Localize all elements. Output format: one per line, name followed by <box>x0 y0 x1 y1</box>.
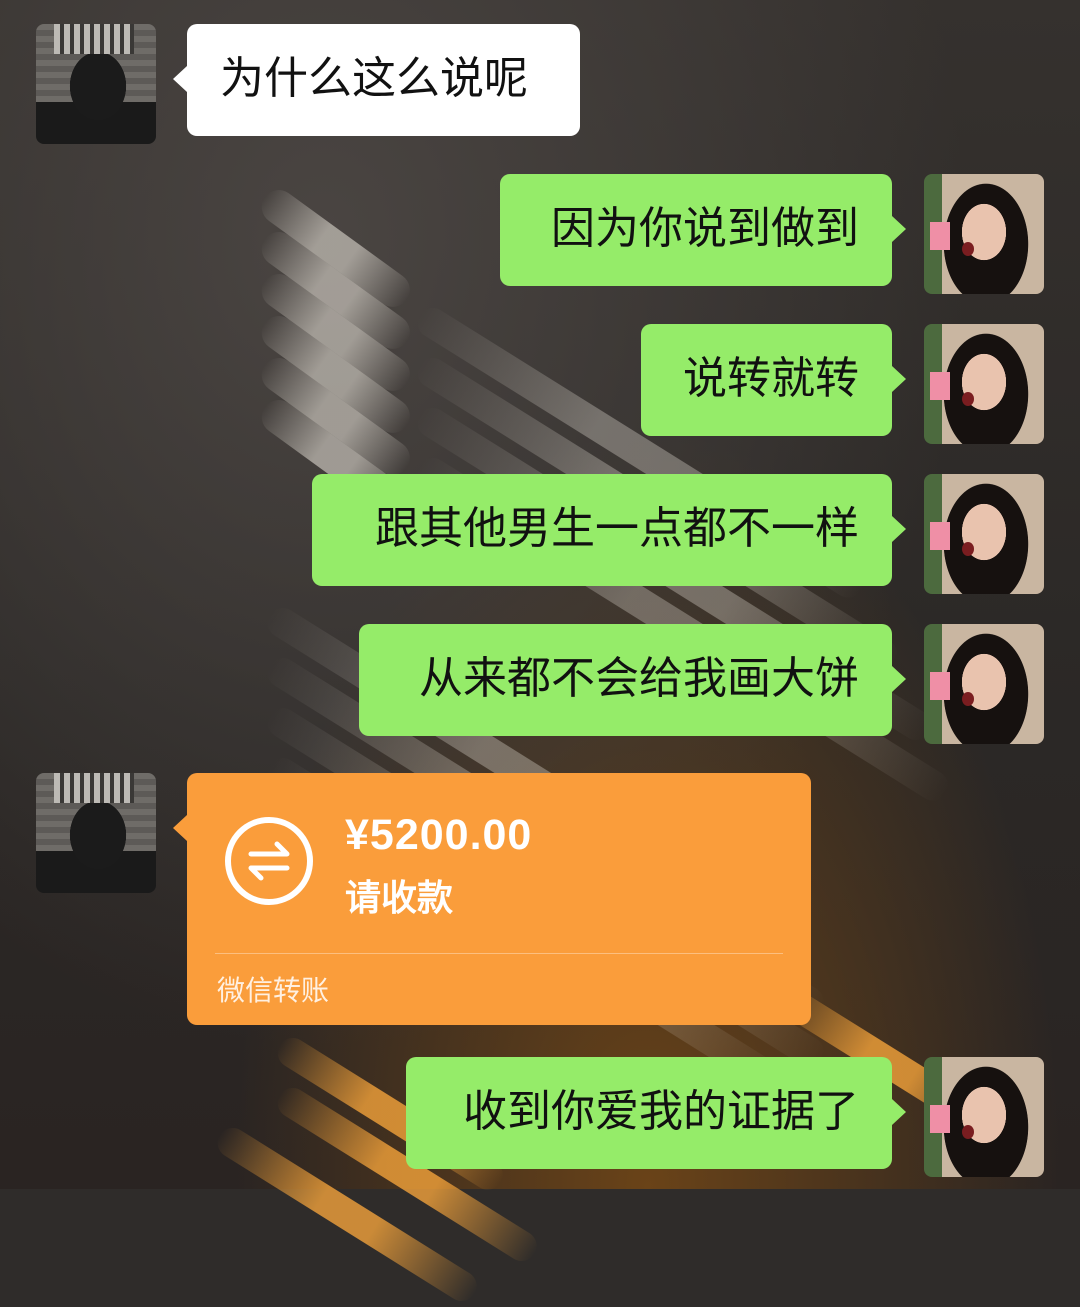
my-avatar[interactable] <box>924 474 1044 594</box>
my-avatar[interactable] <box>924 624 1044 744</box>
transfer-arrows-icon <box>225 817 313 905</box>
message-bubble-incoming[interactable]: 为什么这么说呢 <box>173 24 580 136</box>
message-bubble-outgoing[interactable]: 因为你说到做到 <box>500 174 906 286</box>
message-bubble-outgoing[interactable]: 收到你爱我的证据了 <box>406 1057 906 1169</box>
transfer-card[interactable]: ¥5200.00 请收款 微信转账 <box>173 773 811 1025</box>
my-avatar[interactable] <box>924 324 1044 444</box>
contact-avatar[interactable] <box>36 24 156 144</box>
transfer-amount: ¥5200.00 <box>345 811 533 859</box>
contact-avatar[interactable] <box>36 773 156 893</box>
transfer-footer-label: 微信转账 <box>217 974 330 1007</box>
my-avatar[interactable] <box>924 1057 1044 1177</box>
message-bubble-outgoing[interactable]: 从来都不会给我画大饼 <box>359 624 906 736</box>
message-bubble-outgoing[interactable]: 说转就转 <box>641 324 906 436</box>
message-bubble-outgoing[interactable]: 跟其他男生一点都不一样 <box>312 474 906 586</box>
transfer-status: 请收款 <box>345 878 454 919</box>
my-avatar[interactable] <box>924 174 1044 294</box>
divider <box>215 953 783 954</box>
